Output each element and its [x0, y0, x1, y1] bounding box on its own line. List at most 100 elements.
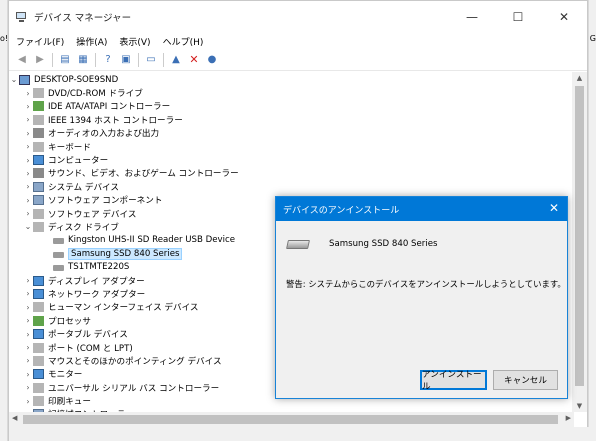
scroll-left-arrow-icon[interactable]: ◀	[12, 414, 17, 422]
tree-item-label: オーディオの入力および出力	[48, 129, 160, 140]
dialog-close-icon[interactable]: ✕	[549, 201, 559, 215]
tree-root[interactable]: ⌄ DESKTOP-SOE9SND	[9, 73, 574, 86]
expand-chevron-icon[interactable]: ›	[23, 142, 33, 151]
speaker-icon	[33, 128, 44, 139]
expand-chevron-icon[interactable]: ›	[23, 289, 33, 298]
device-manager-icon	[16, 11, 28, 23]
tree-item[interactable]: › IDE ATA/ATAPI コントローラー	[9, 100, 574, 113]
collapse-chevron-icon[interactable]: ⌄	[23, 222, 33, 231]
tree-item-label: ソフトウェア デバイス	[48, 209, 137, 220]
network-icon	[33, 288, 44, 299]
vertical-scrollbar[interactable]: ▲ ▼	[572, 72, 587, 412]
tree-item-label: ディスプレイ アダプター	[48, 276, 145, 287]
background-window-left: o!	[0, 0, 8, 441]
menu-view[interactable]: 表示(V)	[119, 35, 150, 48]
expand-chevron-icon[interactable]: ›	[23, 182, 33, 191]
uninstall-device-dialog: デバイスのアンインストール ✕ Samsung SSD 840 Series 警…	[275, 196, 568, 399]
uninstall-device-icon[interactable]: ✕	[185, 51, 203, 69]
scroll-down-arrow-icon[interactable]: ▼	[572, 402, 587, 410]
minimize-button[interactable]: —	[449, 1, 495, 33]
tree-item[interactable]: › システム デバイス	[9, 180, 574, 193]
expand-chevron-icon[interactable]: ›	[23, 89, 33, 98]
properties-sheet-icon[interactable]: ▤	[56, 51, 74, 69]
tree-item[interactable]: › キーボード	[9, 140, 574, 153]
component-icon	[33, 195, 44, 206]
expand-chevron-icon[interactable]: ›	[23, 343, 33, 352]
menu-help[interactable]: ヘルプ(H)	[163, 35, 204, 48]
expand-chevron-icon[interactable]: ›	[23, 129, 33, 138]
tree-item-label: Samsung SSD 840 Series	[68, 247, 183, 260]
expand-chevron-icon[interactable]: ›	[23, 156, 33, 165]
mouse-icon	[33, 355, 44, 366]
monitor-icon	[33, 369, 44, 380]
menu-file[interactable]: ファイル(F)	[16, 35, 64, 48]
disk-drive-icon	[33, 221, 44, 232]
close-button[interactable]: ✕	[541, 1, 587, 33]
background-window-right: G	[588, 0, 596, 441]
expand-chevron-icon[interactable]: ›	[23, 356, 33, 365]
update-driver-icon[interactable]: ▲	[167, 51, 185, 69]
tree-item-label: TS1TMTE220S	[68, 262, 130, 273]
tree-item-label: サウンド、ビデオ、およびゲーム コントローラー	[48, 169, 239, 180]
portable-icon	[33, 329, 44, 340]
show-hide-icon[interactable]: ▣	[117, 51, 135, 69]
scan-hardware-icon[interactable]: ▭	[142, 51, 160, 69]
tree-item[interactable]: › オーディオの入力および出力	[9, 127, 574, 140]
computer-icon	[33, 155, 44, 166]
expand-chevron-icon[interactable]: ›	[23, 276, 33, 285]
horizontal-scrollbar[interactable]: ◀ ▶	[9, 412, 574, 427]
tree-item-label: ポート (COM と LPT)	[48, 343, 133, 354]
tree-item[interactable]: › IEEE 1394 ホスト コントローラー	[9, 113, 574, 126]
forward-arrow-icon[interactable]: ▶	[31, 51, 49, 69]
disk-icon	[53, 265, 64, 272]
expand-chevron-icon[interactable]: ›	[23, 370, 33, 379]
expand-chevron-icon[interactable]: ›	[23, 303, 33, 312]
help-icon[interactable]: ?	[99, 51, 117, 69]
tree-item[interactable]: › サウンド、ビデオ、およびゲーム コントローラー	[9, 167, 574, 180]
expand-chevron-icon[interactable]: ›	[23, 102, 33, 111]
maximize-button[interactable]: ☐	[495, 1, 541, 33]
tree-item-label: 印刷キュー	[48, 397, 91, 408]
scroll-up-arrow-icon[interactable]: ▲	[572, 74, 587, 82]
tree-root-label: DESKTOP-SOE9SND	[34, 74, 119, 85]
tree-item-label: モニター	[48, 370, 83, 381]
ide-icon	[33, 101, 44, 112]
software-icon	[33, 208, 44, 219]
printer-icon	[33, 396, 44, 407]
dialog-title-bar[interactable]: デバイスのアンインストール ✕	[276, 197, 567, 221]
tree-item-label: マウスとそのほかのポインティング デバイス	[48, 356, 222, 367]
disable-device-icon[interactable]: ●	[203, 51, 221, 69]
vertical-scroll-thumb[interactable]	[575, 86, 584, 386]
tree-item[interactable]: › DVD/CD-ROM ドライブ	[9, 86, 574, 99]
system-icon	[33, 181, 44, 192]
expand-chevron-icon[interactable]: ›	[23, 330, 33, 339]
cancel-button[interactable]: キャンセル	[493, 370, 558, 390]
uninstall-button[interactable]: アンインストール	[420, 370, 487, 392]
window-title: デバイス マネージャー	[34, 13, 132, 24]
toolbar-separator	[163, 52, 164, 67]
tree-item[interactable]: › コンピューター	[9, 153, 574, 166]
expand-chevron-icon[interactable]: ›	[23, 169, 33, 178]
expand-chevron-icon[interactable]: ›	[23, 397, 33, 406]
tree-item-label: ポータブル デバイス	[48, 330, 128, 341]
back-arrow-icon[interactable]: ◀	[13, 51, 31, 69]
scroll-right-arrow-icon[interactable]: ▶	[566, 414, 571, 422]
tree-item-label: コンピューター	[48, 156, 109, 167]
dialog-title: デバイスのアンインストール	[283, 205, 400, 216]
tree-item-label: ディスク ドライブ	[48, 222, 119, 233]
horizontal-scroll-thumb[interactable]	[23, 415, 558, 424]
expand-chevron-icon[interactable]: ›	[23, 383, 33, 392]
usb-icon	[33, 382, 44, 393]
hid-icon	[33, 302, 44, 313]
tree-view-icon[interactable]: ▦	[74, 51, 92, 69]
tree-item-label: Kingston UHS-II SD Reader USB Device	[68, 235, 236, 246]
expand-chevron-icon[interactable]: ›	[23, 316, 33, 325]
expand-chevron-icon[interactable]: ›	[23, 115, 33, 124]
expand-chevron-icon[interactable]: ›	[23, 209, 33, 218]
collapse-chevron-icon[interactable]: ⌄	[9, 75, 19, 84]
menu-action[interactable]: 操作(A)	[76, 35, 107, 48]
expand-chevron-icon[interactable]: ›	[23, 196, 33, 205]
dialog-device-name: Samsung SSD 840 Series	[329, 239, 438, 249]
port-icon	[33, 342, 44, 353]
title-bar[interactable]: デバイス マネージャー — ☐ ✕	[9, 1, 587, 33]
